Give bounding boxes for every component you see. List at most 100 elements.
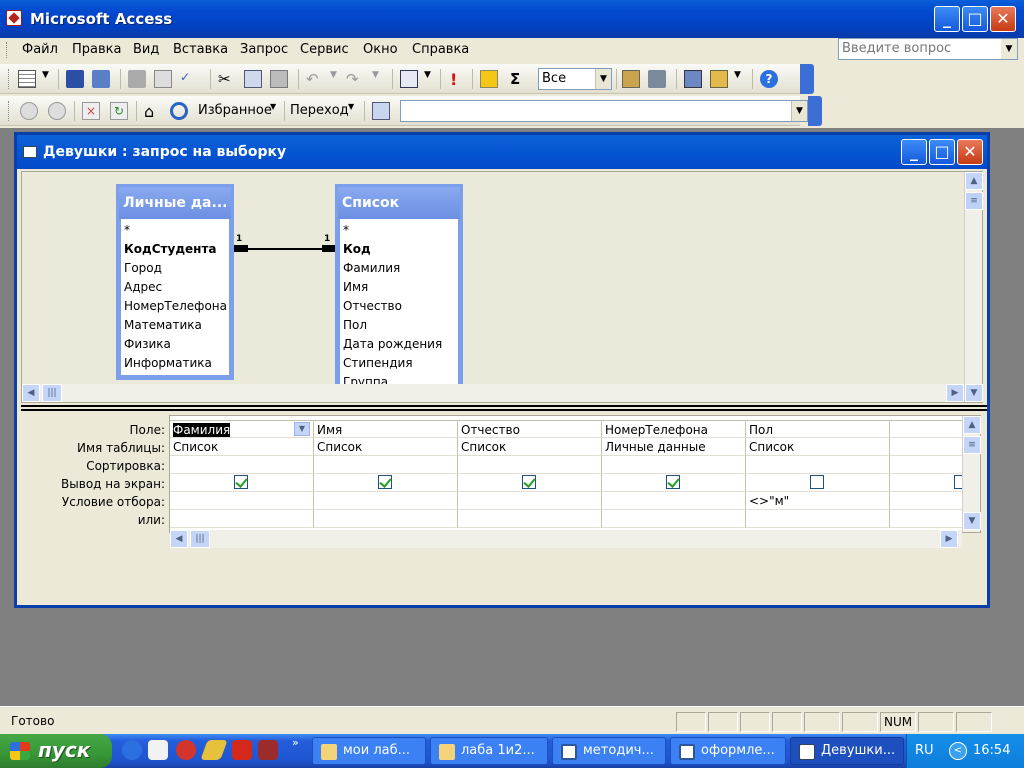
view-icon[interactable]	[18, 70, 36, 88]
grid-cell-sort[interactable]	[314, 456, 458, 474]
child-minimize-button[interactable]: _	[901, 139, 927, 165]
field-item[interactable]: НомерТелефона	[124, 297, 227, 316]
grid-cell-sort[interactable]	[890, 456, 962, 474]
scroll-thumb[interactable]: |||	[42, 384, 62, 402]
menu-window[interactable]: Окно	[363, 42, 398, 57]
grid-cell-or[interactable]	[890, 510, 962, 528]
table-header[interactable]: Личные да...	[119, 187, 231, 219]
query-type-icon[interactable]	[400, 70, 418, 88]
print-icon[interactable]	[128, 70, 146, 88]
grid-cell-show[interactable]	[458, 474, 602, 492]
grid-cell-or[interactable]	[602, 510, 746, 528]
field-item[interactable]: Фамилия	[343, 259, 455, 278]
grid-cell-field[interactable]: Имя	[314, 420, 458, 438]
table-list[interactable]: Список * Код Фамилия Имя Отчество Пол Да…	[335, 184, 463, 399]
scroll-thumb[interactable]: ≡	[965, 192, 983, 210]
menu-tools[interactable]: Сервис	[300, 42, 349, 57]
scroll-right-icon[interactable]: ▶	[946, 384, 964, 402]
menu-file[interactable]: Файл	[22, 42, 58, 57]
show-desktop-icon[interactable]	[148, 740, 168, 760]
grid-cell-show[interactable]	[746, 474, 890, 492]
minimize-button[interactable]: _	[934, 6, 960, 32]
table-diagram-pane[interactable]: Личные да... * КодСтудента Город Адрес Н…	[21, 171, 983, 403]
lightning-icon[interactable]	[200, 740, 228, 760]
taskbar-item[interactable]: лаба 1и2...	[430, 737, 548, 765]
chevron-down-icon[interactable]: ▼	[294, 422, 310, 436]
save-icon[interactable]	[66, 70, 84, 88]
child-close-button[interactable]: ✕	[957, 139, 983, 165]
menu-view[interactable]: Вид	[133, 42, 159, 57]
taskbar-item[interactable]: методич...	[552, 737, 666, 765]
grid-cell-show[interactable]	[890, 474, 962, 492]
grid-cell-criteria[interactable]	[890, 492, 962, 510]
scroll-right-icon[interactable]: ▶	[940, 530, 958, 548]
grid-cell-sort[interactable]	[170, 456, 314, 474]
chevron-down-icon[interactable]: ▼	[734, 70, 752, 88]
grid-cell-sort[interactable]	[458, 456, 602, 474]
top-values-combo[interactable]: Все ▼	[538, 68, 612, 90]
chevron-down-icon[interactable]: ▼	[270, 102, 288, 120]
grid-cell-field[interactable]: НомерТелефона	[602, 420, 746, 438]
grid-cell-field[interactable]: Пол	[746, 420, 890, 438]
print-preview-icon[interactable]	[154, 70, 172, 88]
field-item[interactable]: Дата рождения	[343, 335, 455, 354]
database-window-icon[interactable]	[684, 70, 702, 88]
table-personal-data[interactable]: Личные да... * КодСтудента Город Адрес Н…	[116, 184, 234, 380]
field-item[interactable]: Отчество	[343, 297, 455, 316]
search-file-icon[interactable]	[92, 70, 110, 88]
chevron-left-icon[interactable]: <	[949, 742, 967, 760]
diagram-horizontal-scrollbar[interactable]: ◀ ||| ▶	[22, 384, 964, 402]
more-icon[interactable]: »	[292, 736, 299, 749]
field-item[interactable]: Информатика	[124, 354, 226, 373]
show-checkbox[interactable]	[954, 475, 962, 489]
address-combo[interactable]: ▼	[400, 100, 808, 122]
app-title-bar[interactable]: Microsoft Access _ □ ✕	[0, 0, 1024, 38]
grid-cell-criteria[interactable]: <>"м"	[746, 492, 890, 510]
grid-cell-or[interactable]	[170, 510, 314, 528]
chevron-down-icon[interactable]: ▼	[1001, 39, 1017, 59]
run-icon[interactable]: !	[450, 70, 468, 89]
build-icon[interactable]	[648, 70, 666, 88]
chevron-down-icon[interactable]: ▼	[372, 70, 390, 88]
show-checkbox[interactable]	[666, 475, 680, 489]
diagram-vertical-scrollbar[interactable]: ▲ ≡ ▼	[964, 172, 983, 402]
grid-cell-table[interactable]: Список	[170, 438, 314, 456]
grid-cell-show[interactable]	[314, 474, 458, 492]
refresh-icon[interactable]: ↻	[110, 102, 128, 120]
field-item[interactable]: Адрес	[124, 278, 226, 297]
relationship-line[interactable]	[234, 248, 336, 250]
grid-cell-table[interactable]: Личные данные	[602, 438, 746, 456]
close-button[interactable]: ✕	[990, 6, 1016, 32]
show-web-toolbar-icon[interactable]	[372, 102, 390, 120]
language-indicator[interactable]: RU	[915, 743, 934, 758]
grid-cell-field[interactable]: Фамилия	[170, 420, 314, 438]
back-icon[interactable]	[20, 102, 38, 120]
menu-insert[interactable]: Вставка	[173, 42, 228, 57]
menu-edit[interactable]: Правка	[72, 42, 121, 57]
pane-splitter[interactable]	[21, 405, 987, 411]
taskbar-item[interactable]: оформле...	[670, 737, 786, 765]
grid-cell-table[interactable]: Список	[746, 438, 890, 456]
scroll-thumb[interactable]: ≡	[963, 436, 981, 454]
grid-cell-or[interactable]	[746, 510, 890, 528]
field-item[interactable]: Имя	[343, 278, 455, 297]
forward-icon[interactable]	[48, 102, 66, 120]
chevron-down-icon[interactable]: ▼	[791, 101, 807, 121]
grid-cell-table[interactable]: Список	[314, 438, 458, 456]
menu-query[interactable]: Запрос	[240, 42, 288, 57]
field-item[interactable]: Пол	[343, 316, 455, 335]
field-item-key[interactable]: КодСтудента	[124, 240, 226, 259]
field-item[interactable]: Стипендия	[343, 354, 455, 373]
grid-cell-criteria[interactable]	[314, 492, 458, 510]
field-item[interactable]: *	[343, 221, 455, 240]
show-table-icon[interactable]	[480, 70, 498, 88]
field-item-key[interactable]: Код	[343, 240, 455, 259]
chevron-down-icon[interactable]: ▼	[595, 69, 611, 89]
new-object-icon[interactable]	[710, 70, 728, 88]
query-design-grid[interactable]: Фамилия ▼ Список Имя Список Отчество Спи…	[169, 415, 981, 548]
copy-icon[interactable]	[244, 70, 262, 88]
grid-cell-show[interactable]	[170, 474, 314, 492]
opera-icon[interactable]	[176, 740, 196, 760]
grid-cell-criteria[interactable]	[602, 492, 746, 510]
acrobat-icon[interactable]	[232, 740, 252, 760]
